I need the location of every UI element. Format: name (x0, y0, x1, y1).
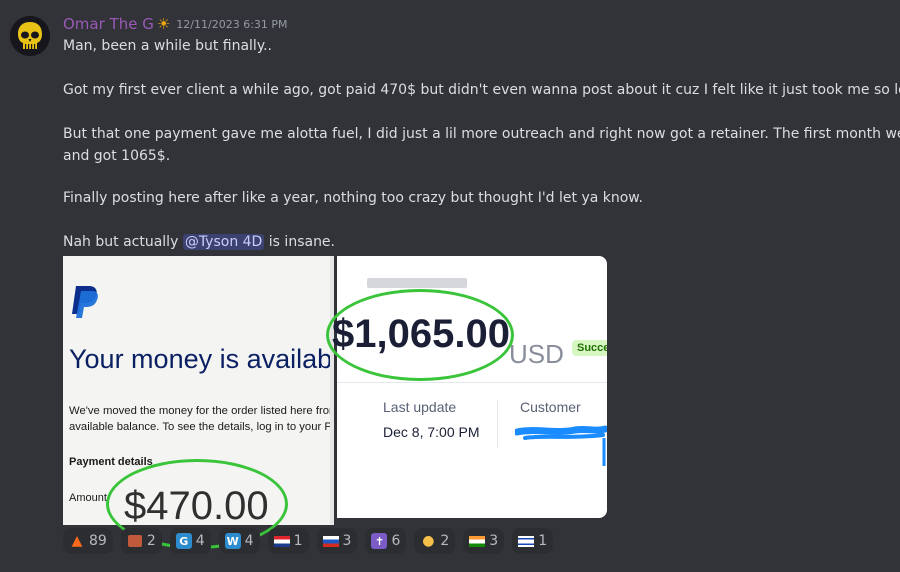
divider (337, 382, 607, 383)
reaction-count: 1 (538, 533, 548, 549)
message-line-mention: Nah but actually @Tyson 4D is insane. (63, 231, 335, 253)
reaction-count: 3 (489, 533, 499, 549)
reaction-count: 4 (244, 533, 254, 549)
reaction-count: 4 (195, 533, 205, 549)
reaction-count: 1 (293, 533, 303, 549)
paypal-logo-icon (72, 286, 98, 318)
fire-emoji-icon: ▲ (71, 533, 83, 549)
scroll-divider (330, 256, 334, 525)
message-line: and got 1065$. (63, 148, 171, 164)
message-line: But that one payment gave me alotta fuel… (63, 126, 900, 142)
payment-details-label: Payment details (69, 456, 153, 468)
paypal-body-line: available balance. To see the details, l… (69, 421, 332, 433)
reaction-latin-cross[interactable]: ✝ 6 (365, 528, 407, 554)
cropped-header-text (367, 278, 467, 288)
status-badge: Succeeded (572, 340, 607, 356)
reaction-israel-flag[interactable]: 1 (512, 528, 554, 554)
reaction-count: 89 (89, 533, 107, 549)
reaction-clapping-hands[interactable]: ● 2 (414, 528, 456, 554)
croatia-flag-emoji-icon (273, 533, 290, 549)
reaction-croatia-flag[interactable]: 1 (267, 528, 309, 554)
mention-prefix: Nah but actually (63, 234, 183, 250)
amount-label: Amount (69, 492, 107, 504)
paypal-amount: $470.00 (124, 484, 269, 528)
last-update-value: Dec 8, 7:00 PM (383, 424, 480, 440)
timestamp[interactable]: 12/11/2023 6:31 PM (176, 18, 287, 31)
user-mention[interactable]: @Tyson 4D (182, 234, 265, 250)
last-update-label: Last update (383, 399, 457, 415)
reaction-letter-g[interactable]: G 4 (169, 528, 211, 554)
message-line: Man, been a while but finally.. (63, 38, 273, 54)
india-flag-emoji-icon (469, 533, 486, 549)
sun-emoji-icon: ☀ (156, 15, 171, 33)
reaction-count: 2 (440, 533, 450, 549)
reaction-count: 3 (342, 533, 352, 549)
reaction-count: 2 (146, 533, 156, 549)
message-line: Got my first ever client a while ago, go… (63, 82, 900, 98)
reaction-fire[interactable]: ▲ 89 (63, 528, 113, 554)
image-emoji-icon (127, 533, 143, 549)
reaction-letter-w[interactable]: W 4 (218, 528, 260, 554)
letter-g-emoji-icon: G (175, 533, 192, 549)
reaction-count: 6 (391, 533, 401, 549)
message-header: Omar The G ☀ 12/11/2023 6:31 PM (63, 14, 288, 34)
mention-suffix: is insane. (264, 234, 335, 250)
reaction-image[interactable]: 2 (120, 528, 162, 554)
letter-w-emoji-icon: W (224, 533, 241, 549)
currency-label: USD (509, 339, 564, 369)
username[interactable]: Omar The G (63, 15, 154, 33)
customer-label: Customer (520, 399, 581, 415)
paypal-body-line: We've moved the money for the order list… (69, 405, 334, 417)
user-avatar[interactable] (10, 16, 50, 56)
paypal-title: Your money is available (69, 344, 334, 374)
payment-amount: $1,065.00 (332, 312, 510, 356)
reactions-bar: ▲ 89 2 G 4 W 4 1 3 ✝ 6 ● 2 3 1 (63, 528, 554, 554)
russia-flag-emoji-icon (322, 533, 339, 549)
reaction-india-flag[interactable]: 3 (463, 528, 505, 554)
latin-cross-emoji-icon: ✝ (371, 533, 388, 549)
reaction-russia-flag[interactable]: 3 (316, 528, 358, 554)
message-line: Finally posting here after like a year, … (63, 190, 643, 206)
paypal-body-text: We've moved the money for the order list… (69, 403, 334, 435)
clapping-hands-emoji-icon: ● (422, 533, 435, 549)
punisher-skull-icon (10, 16, 50, 56)
israel-flag-emoji-icon (518, 533, 535, 549)
redaction-scribble (515, 425, 607, 466)
column-divider (497, 400, 498, 448)
